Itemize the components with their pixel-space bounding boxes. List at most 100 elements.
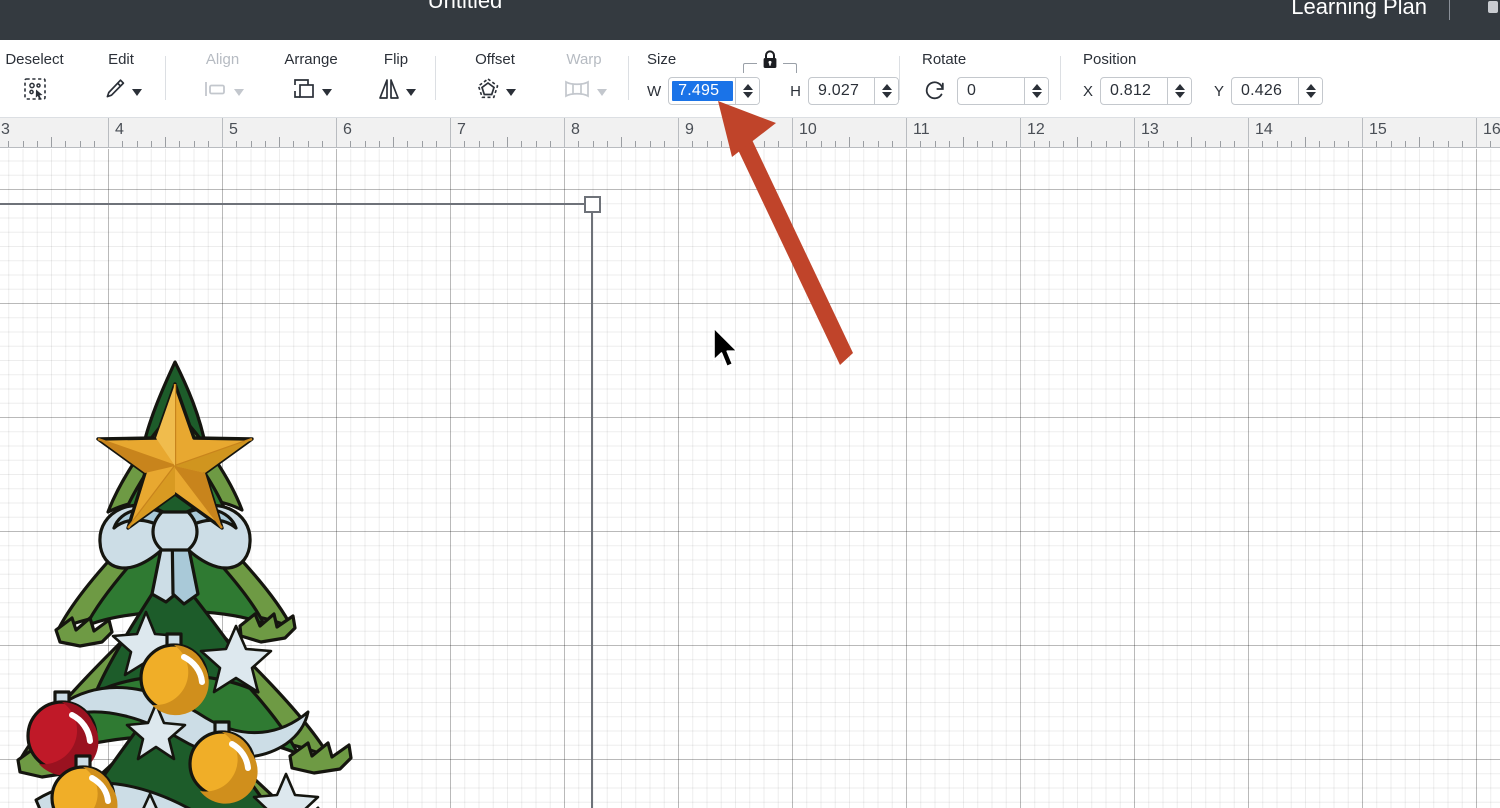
rotate-value[interactable]: 0 (958, 78, 1024, 104)
ruler-minor-tick (321, 141, 323, 147)
ruler-label: 3 (1, 121, 10, 138)
position-y-stepper-up-icon[interactable] (1305, 84, 1316, 90)
ruler-minor-tick (1490, 141, 1492, 147)
position-x-stepper-down-icon[interactable] (1174, 92, 1185, 98)
height-stepper-down-icon[interactable] (881, 92, 892, 98)
ruler-minor-tick (635, 141, 637, 147)
width-stepper-up-icon[interactable] (742, 84, 753, 90)
tool-align[interactable]: Align (180, 40, 265, 118)
ruler-half-tick (621, 137, 622, 147)
ruler-minor-tick (1105, 141, 1107, 147)
ruler-minor-tick (407, 141, 409, 147)
aspect-lock-control[interactable] (742, 45, 798, 79)
height-value[interactable]: 9.027 (809, 78, 874, 104)
pencil-icon (100, 75, 128, 108)
ruler-minor-tick (478, 141, 480, 147)
width-stepper[interactable] (735, 78, 760, 104)
rotate-stepper-up-icon[interactable] (1031, 84, 1042, 90)
ruler-minor-tick (350, 141, 352, 147)
horizontal-ruler[interactable]: 3 4 5 6 7 8 9 10 11 12 13 14 15 16 (0, 118, 1500, 148)
position-x-value[interactable]: 0.812 (1101, 78, 1167, 104)
rotate-stepper-down-icon[interactable] (1031, 92, 1042, 98)
ruler-minor-tick (207, 141, 209, 147)
ruler-half-tick (165, 137, 166, 147)
width-input[interactable]: 7.495 (668, 77, 761, 105)
position-x-input[interactable]: 0.812 (1100, 77, 1193, 105)
ruler-minor-tick (293, 141, 295, 147)
ruler-minor-tick (749, 141, 751, 147)
warp-chevron-down-icon[interactable] (597, 89, 607, 96)
flip-chevron-down-icon[interactable] (406, 89, 416, 96)
header-divider (1449, 0, 1450, 20)
ruler-major-tick (336, 118, 337, 147)
ruler-minor-tick (1162, 141, 1164, 147)
ruler-minor-tick (1205, 141, 1207, 147)
ruler-minor-tick (834, 141, 836, 147)
christmas-tree-artwork[interactable] (0, 194, 410, 808)
ruler-minor-tick (1390, 141, 1392, 147)
ruler-minor-tick (1091, 141, 1093, 147)
header-edge-element[interactable] (1488, 1, 1498, 13)
ruler-major-tick (1362, 118, 1363, 147)
ruler-minor-tick (521, 141, 523, 147)
tool-arrange-label: Arrange (284, 51, 338, 68)
height-stepper[interactable] (874, 78, 898, 104)
ruler-minor-tick (179, 141, 181, 147)
tool-arrange[interactable]: Arrange (265, 40, 357, 118)
tool-offset[interactable]: Offset (450, 40, 540, 118)
ruler-label: 5 (229, 121, 238, 138)
design-canvas[interactable]: Craft WITH Sarah (0, 149, 1500, 808)
edit-chevron-down-icon[interactable] (132, 89, 142, 96)
position-y-stepper[interactable] (1298, 78, 1323, 104)
arrange-chevron-down-icon[interactable] (322, 89, 332, 96)
ruler-minor-tick (720, 141, 722, 147)
rotate-icon[interactable] (922, 79, 948, 103)
width-value[interactable]: 7.495 (672, 81, 734, 101)
ruler-label: 15 (1369, 121, 1387, 138)
tool-edit[interactable]: Edit (77, 40, 165, 118)
tool-align-label: Align (205, 51, 240, 68)
ruler-minor-tick (592, 141, 594, 147)
tool-deselect[interactable]: Deselect (0, 40, 77, 118)
ruler-minor-tick (934, 141, 936, 147)
tool-flip-label: Flip (383, 51, 409, 68)
ruler-minor-tick (464, 141, 466, 147)
ruler-half-tick (1305, 137, 1306, 147)
position-x-stepper-up-icon[interactable] (1174, 84, 1185, 90)
height-input[interactable]: 9.027 (808, 77, 899, 105)
position-y-input[interactable]: 0.426 (1231, 77, 1324, 105)
align-chevron-down-icon[interactable] (233, 89, 244, 96)
ruler-half-tick (1077, 137, 1078, 147)
tool-warp[interactable]: Warp (540, 40, 628, 118)
ruler-half-tick (393, 137, 394, 147)
rotate-stepper[interactable] (1024, 78, 1048, 104)
tool-flip[interactable]: Flip (357, 40, 435, 118)
ruler-minor-tick (65, 141, 67, 147)
ruler-minor-tick (891, 141, 893, 147)
height-stepper-up-icon[interactable] (881, 84, 892, 90)
arrange-icon (290, 76, 318, 107)
ruler-minor-tick (1034, 141, 1036, 147)
width-label: W (647, 82, 662, 100)
rotate-input[interactable]: 0 (957, 77, 1049, 105)
learning-plan-link[interactable]: Learning Plan (1291, 0, 1449, 18)
ruler-minor-tick (663, 141, 665, 147)
warp-icon (561, 77, 593, 106)
document-title: Untitled (427, 0, 503, 13)
width-stepper-down-icon[interactable] (742, 92, 753, 98)
ruler-minor-tick (1376, 141, 1378, 147)
offset-chevron-down-icon[interactable] (506, 89, 516, 96)
ruler-label: 8 (571, 121, 580, 138)
design-space-window: Untitled Learning Plan Deselect Edit Ali… (0, 0, 1500, 808)
position-y-value[interactable]: 0.426 (1232, 78, 1298, 104)
ruler-minor-tick (1447, 141, 1449, 147)
ruler-minor-tick (1005, 141, 1007, 147)
selection-corner-handle[interactable] (584, 196, 601, 213)
ruler-minor-tick (8, 141, 10, 147)
position-y-stepper-down-icon[interactable] (1305, 92, 1316, 98)
position-fields-row: X 0.812 Y 0.426 (1083, 77, 1361, 105)
ruler-minor-tick (806, 141, 808, 147)
lock-closed-icon[interactable] (757, 48, 783, 76)
position-x-stepper[interactable] (1167, 78, 1192, 104)
ruler-minor-tick (22, 141, 24, 147)
